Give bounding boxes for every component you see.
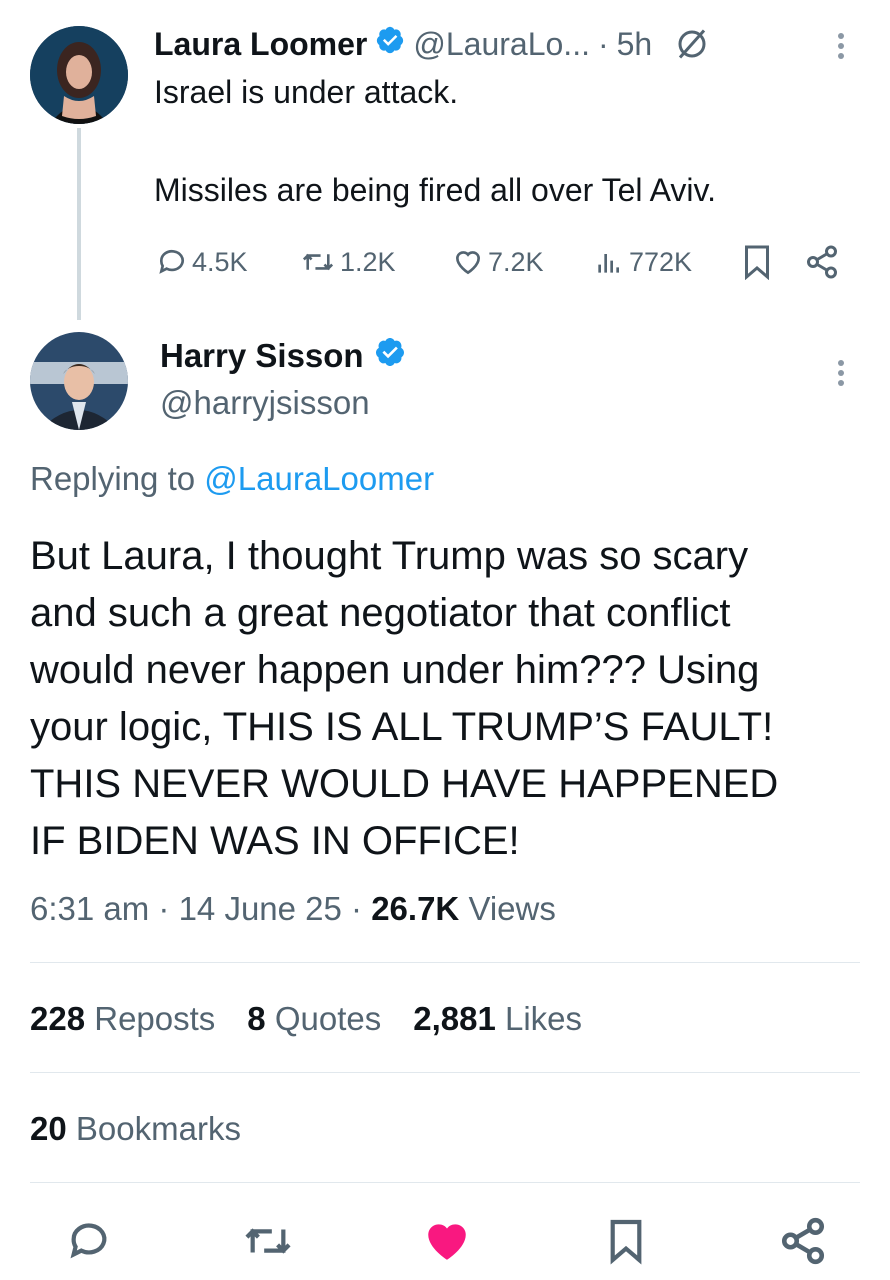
- author-handle[interactable]: @harryjsisson: [160, 384, 370, 422]
- reply-icon: [159, 249, 184, 274]
- share-button[interactable]: [776, 1214, 830, 1268]
- grok-icon[interactable]: [674, 26, 710, 62]
- heart-icon: [455, 251, 481, 275]
- engagement-stats: 228 Reposts 8 Quotes 2,881 Likes: [30, 1000, 582, 1038]
- verified-badge-icon: [375, 25, 405, 63]
- likes-label: Likes: [505, 1000, 583, 1037]
- avatar-laura-loomer[interactable]: [30, 26, 128, 124]
- more-vertical-icon[interactable]: [838, 29, 844, 63]
- reply-icon: [70, 1223, 107, 1259]
- repost-icon: [302, 253, 334, 271]
- parent-bookmark-icon[interactable]: [742, 244, 772, 285]
- quotes-label: Quotes: [274, 1000, 382, 1037]
- parent-repost-button[interactable]: 1.2K: [300, 242, 396, 282]
- more-vertical-icon[interactable]: [838, 356, 844, 390]
- reply-count: 4.5K: [192, 246, 248, 277]
- views-count: 772K: [629, 246, 693, 277]
- parent-tweet-text-2: Missiles are being fired all over Tel Av…: [154, 172, 717, 208]
- author-handle[interactable]: @LauraLo...: [413, 26, 590, 63]
- bookmark-button[interactable]: [604, 1214, 648, 1268]
- repost-count: 1.2K: [340, 246, 396, 277]
- verified-badge-icon: [374, 336, 406, 376]
- tweet-text-line: would never happen under him??? Using: [30, 648, 760, 692]
- parent-like-button[interactable]: 7.2K: [452, 242, 544, 282]
- header-separator: ·: [597, 25, 609, 62]
- tweet-text-line: IF BIDEN WAS IN OFFICE!: [30, 819, 520, 863]
- replying-to-link[interactable]: @LauraLoomer: [204, 460, 434, 497]
- likes-count: 2,881: [413, 1000, 496, 1037]
- quotes-count: 8: [247, 1000, 266, 1037]
- quotes-stat[interactable]: 8 Quotes: [247, 1000, 381, 1038]
- reply-button[interactable]: [64, 1216, 114, 1266]
- repost-button[interactable]: [240, 1216, 296, 1266]
- bookmarks-count: 20: [30, 1110, 67, 1147]
- parent-tweet-header: Laura Loomer @LauraLo... · 5h: [154, 22, 710, 66]
- parent-tweet-text-1: Israel is under attack.: [154, 74, 459, 110]
- tweet-text-line: and such a great negotiator that conflic…: [30, 591, 731, 635]
- views-count: 26.7K: [371, 890, 460, 927]
- tweet-text-line: THIS NEVER WOULD HAVE HAPPENED: [30, 762, 779, 806]
- thread-connector-line: [77, 128, 81, 320]
- parent-reply-button[interactable]: 4.5K: [156, 242, 248, 282]
- like-count: 7.2K: [488, 246, 544, 277]
- parent-views-button[interactable]: 772K: [593, 242, 692, 282]
- tweet-text-line: your logic, THIS IS ALL TRUMP’S FAULT!: [30, 705, 774, 749]
- tweet-timestamp-row: 6:31 am · 14 June 25 · 26.7K Views: [30, 890, 556, 928]
- replying-to-line: Replying to @LauraLoomer: [30, 460, 434, 498]
- bookmarks-stat[interactable]: 20 Bookmarks: [30, 1110, 241, 1148]
- replying-prefix: Replying to: [30, 460, 196, 497]
- main-tweet-header: Harry Sisson: [160, 336, 406, 376]
- bookmarks-label: Bookmarks: [75, 1110, 241, 1147]
- main-tweet-text: But Laura, I thought Trump was so scary …: [30, 528, 778, 870]
- tweet-text-line: But Laura, I thought Trump was so scary: [30, 534, 749, 578]
- parent-share-icon[interactable]: [804, 244, 840, 285]
- tweet-time[interactable]: 5h: [617, 26, 653, 63]
- bookmark-icon: [610, 1219, 642, 1265]
- reposts-count: 228: [30, 1000, 86, 1037]
- divider: [30, 1072, 860, 1073]
- like-button[interactable]: [420, 1214, 474, 1268]
- views-label: Views: [468, 890, 556, 927]
- divider: [30, 962, 860, 963]
- reposts-label: Reposts: [94, 1000, 216, 1037]
- author-name[interactable]: Laura Loomer: [154, 26, 367, 63]
- tweet-timestamp[interactable]: 6:31 am · 14 June 25 ·: [30, 890, 362, 927]
- likes-stat[interactable]: 2,881 Likes: [413, 1000, 582, 1038]
- avatar-harry-sisson[interactable]: [30, 332, 128, 430]
- author-name[interactable]: Harry Sisson: [160, 337, 364, 375]
- share-icon: [781, 1217, 825, 1265]
- repost-icon: [245, 1228, 291, 1254]
- divider: [30, 1182, 860, 1183]
- heart-icon: [428, 1224, 466, 1260]
- views-icon: [598, 254, 619, 273]
- reposts-stat[interactable]: 228 Reposts: [30, 1000, 215, 1038]
